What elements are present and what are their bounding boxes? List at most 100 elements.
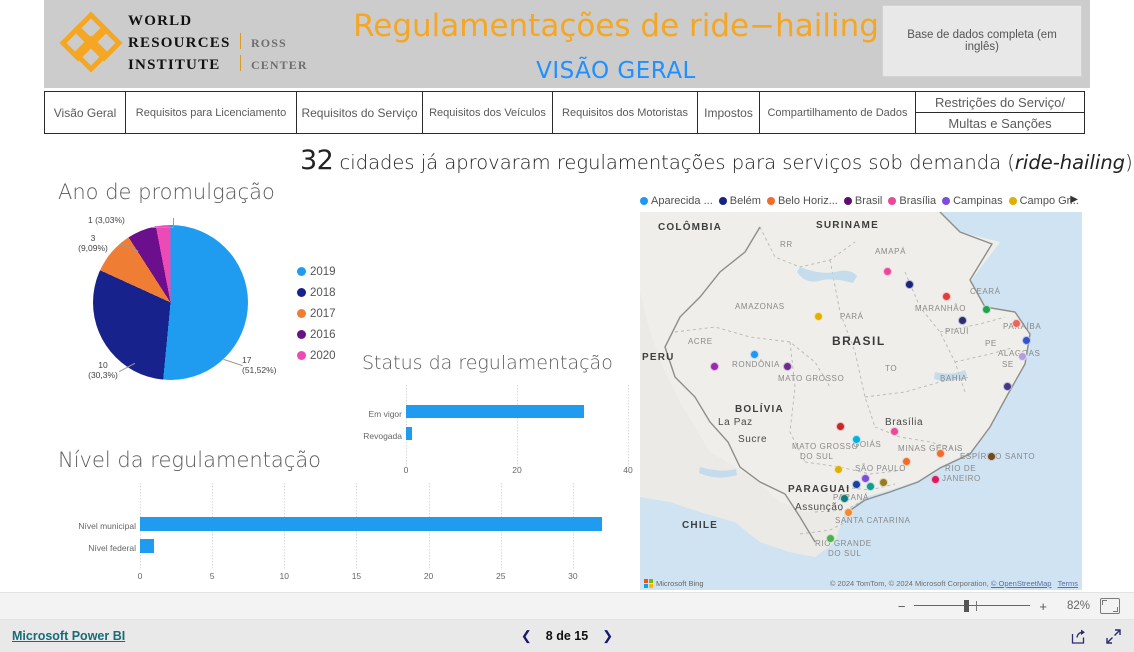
map-legend-item[interactable]: Belém <box>718 195 761 207</box>
power-bi-report-viewer: WORLD RESOURCES ROSS INSTITUTE CENTER Re… <box>0 0 1134 652</box>
zoom-in-button[interactable]: + <box>1034 599 1052 614</box>
openstreetmap-link[interactable]: © OpenStreetMap <box>991 579 1052 588</box>
zoom-slider[interactable] <box>914 599 1031 613</box>
map-legend-item[interactable]: Aparecida ... <box>640 195 713 207</box>
map-data-point[interactable] <box>834 465 843 474</box>
map-data-point[interactable] <box>783 362 792 371</box>
bing-squares-icon <box>644 579 653 588</box>
pie-legend-item-2020[interactable]: 2020 <box>297 345 336 366</box>
pie-legend-item-2017[interactable]: 2017 <box>297 303 336 324</box>
status-chart-title: Status da regulamentação <box>362 352 613 374</box>
tab-requisitos-dos-ve-culos[interactable]: Requisitos dos Veículos <box>422 91 553 134</box>
map-data-point[interactable] <box>750 350 759 359</box>
share-icon[interactable] <box>1070 628 1087 645</box>
bar-category-label: Nível municipal <box>78 521 136 531</box>
legend-dot-icon <box>1008 197 1017 205</box>
map-data-point[interactable] <box>982 305 991 314</box>
map-legend-item[interactable]: Belo Horiz... <box>766 195 838 207</box>
pie-legend[interactable]: 2019 2018 2017 2016 2020 <box>297 261 336 366</box>
fit-to-page-icon[interactable] <box>1100 598 1120 614</box>
tab-requisitos-para-licenciamento[interactable]: Requisitos para Licenciamento <box>125 91 297 134</box>
legend-dot-icon <box>297 309 306 318</box>
full-database-button[interactable]: Base de dados completa (em inglês) <box>882 5 1082 77</box>
map-data-point[interactable] <box>902 457 911 466</box>
map-legend-item[interactable]: Brasil <box>843 195 882 207</box>
map-data-point[interactable] <box>710 362 719 371</box>
map-data-point[interactable] <box>1022 336 1031 345</box>
zoom-slider-notch <box>976 601 978 611</box>
gridline <box>628 385 629 467</box>
fullscreen-icon[interactable] <box>1105 628 1122 645</box>
headline-emphasis: ride-hailing <box>1014 151 1126 174</box>
chevron-right-icon[interactable]: ▶ <box>1070 194 1078 205</box>
bar-category-label: Nível federal <box>88 543 136 553</box>
pie-legend-item-2018[interactable]: 2018 <box>297 282 336 303</box>
page-navigator: ❮ 8 de 15 ❯ <box>0 628 1134 644</box>
map-data-point[interactable] <box>852 435 861 444</box>
bing-logo: Microsoft Bing <box>644 579 704 588</box>
map-data-point[interactable] <box>1003 382 1012 391</box>
tab-requisitos-dos-motoristas[interactable]: Requisitos dos Motoristas <box>552 91 698 134</box>
bar-chart-status-regulamentacao[interactable]: Em vigor Revogada 0 20 40 <box>348 385 648 485</box>
pie-leader-line-2 <box>173 218 174 228</box>
pie-legend-item-2019[interactable]: 2019 <box>297 261 336 282</box>
bar-em-vigor[interactable] <box>406 405 584 418</box>
legend-dot-icon <box>942 197 951 205</box>
map-data-point[interactable] <box>1018 352 1027 361</box>
map-data-point[interactable] <box>1012 319 1021 328</box>
map-data-point[interactable] <box>987 452 996 461</box>
zoom-slider-thumb[interactable] <box>964 600 970 612</box>
zoom-toolbar: − + 82% <box>0 592 1134 620</box>
legend-dot-icon <box>843 197 852 205</box>
pie-chart-title: Ano de promulgação <box>58 180 275 204</box>
chevron-right-icon[interactable]: ❯ <box>602 628 613 644</box>
page-subtitle: VISÃO GERAL <box>536 58 696 84</box>
pie-legend-item-2016[interactable]: 2016 <box>297 324 336 345</box>
map-data-point[interactable] <box>814 312 823 321</box>
map-legend-item[interactable]: Campinas <box>942 195 1003 207</box>
map-data-point[interactable] <box>958 316 967 325</box>
map-legend-item[interactable]: Campo Gr... <box>1008 195 1079 207</box>
map-data-point[interactable] <box>826 534 835 543</box>
map-data-point[interactable] <box>836 422 845 431</box>
tab-impostos[interactable]: Impostos <box>697 91 760 134</box>
report-footer: Microsoft Power BI ❮ 8 de 15 ❯ <box>0 620 1134 652</box>
map-data-point[interactable] <box>942 292 951 301</box>
map-data-point[interactable] <box>883 267 892 276</box>
headline-summary: 32 cidades já aprovaram regulamentações … <box>300 145 1133 176</box>
map-legend-item[interactable]: Brasília <box>888 195 936 207</box>
map-data-point[interactable] <box>866 482 875 491</box>
chevron-left-icon[interactable]: ❮ <box>521 628 532 644</box>
footer-actions <box>1070 628 1122 645</box>
zoom-out-button[interactable]: − <box>893 599 911 614</box>
map-visual[interactable]: Aparecida ... Belém Belo Horiz... Brasil Bra… <box>640 190 1082 590</box>
tab-restricoes-multas[interactable]: Restrições do Serviço/Multas e Sanções <box>915 91 1085 134</box>
map-data-point[interactable] <box>840 494 849 503</box>
pie-callout-2019: 17 (51,52%) <box>242 355 277 375</box>
bar-revogada[interactable] <box>406 427 412 440</box>
legend-dot-icon <box>297 267 306 276</box>
headline-count: 32 <box>300 145 334 176</box>
tab-vis-o-geral[interactable]: Visão Geral <box>44 91 126 134</box>
legend-dot-icon <box>718 197 727 205</box>
map-legend[interactable]: Aparecida ... Belém Belo Horiz... Brasil Bra… <box>640 190 1082 212</box>
tab-requisitos-do-servi-o[interactable]: Requisitos do Serviço <box>296 91 423 134</box>
map-surface[interactable]: COLÔMBIA SURINAME PERU BOLÍVIA PARAGUAI CHILE… <box>640 212 1082 590</box>
bar-n-vel-municipal[interactable] <box>140 517 602 531</box>
map-attribution: © 2024 TomTom, © 2024 Microsoft Corporat… <box>830 579 1078 588</box>
pie-leader-line-1 <box>152 227 174 228</box>
map-data-point[interactable] <box>879 478 888 487</box>
map-data-point[interactable] <box>844 508 853 517</box>
map-data-point[interactable] <box>890 427 899 436</box>
bar-n-vel-federal[interactable] <box>140 539 155 553</box>
bar-chart-nivel-regulamentacao[interactable]: Nível municipal Nível federal 0 5 10 15 20 25 3… <box>58 483 653 588</box>
pie-chart-ano-promulgacao[interactable]: 1 (3,03%) 3 (9,09%) 10 (30,3%) 17 (51,52%) … <box>60 215 360 395</box>
terms-link[interactable]: Terms <box>1058 579 1078 588</box>
map-legend-label: Aparecida ... <box>651 195 713 207</box>
map-data-point[interactable] <box>931 475 940 484</box>
map-data-point[interactable] <box>905 280 914 289</box>
map-data-point[interactable] <box>852 480 861 489</box>
map-data-point[interactable] <box>936 449 945 458</box>
tab-compartilhamento-de-dados[interactable]: Compartilhamento de Dados <box>759 91 916 134</box>
pie-callout-2017: 3 (9,09%) <box>78 233 108 253</box>
